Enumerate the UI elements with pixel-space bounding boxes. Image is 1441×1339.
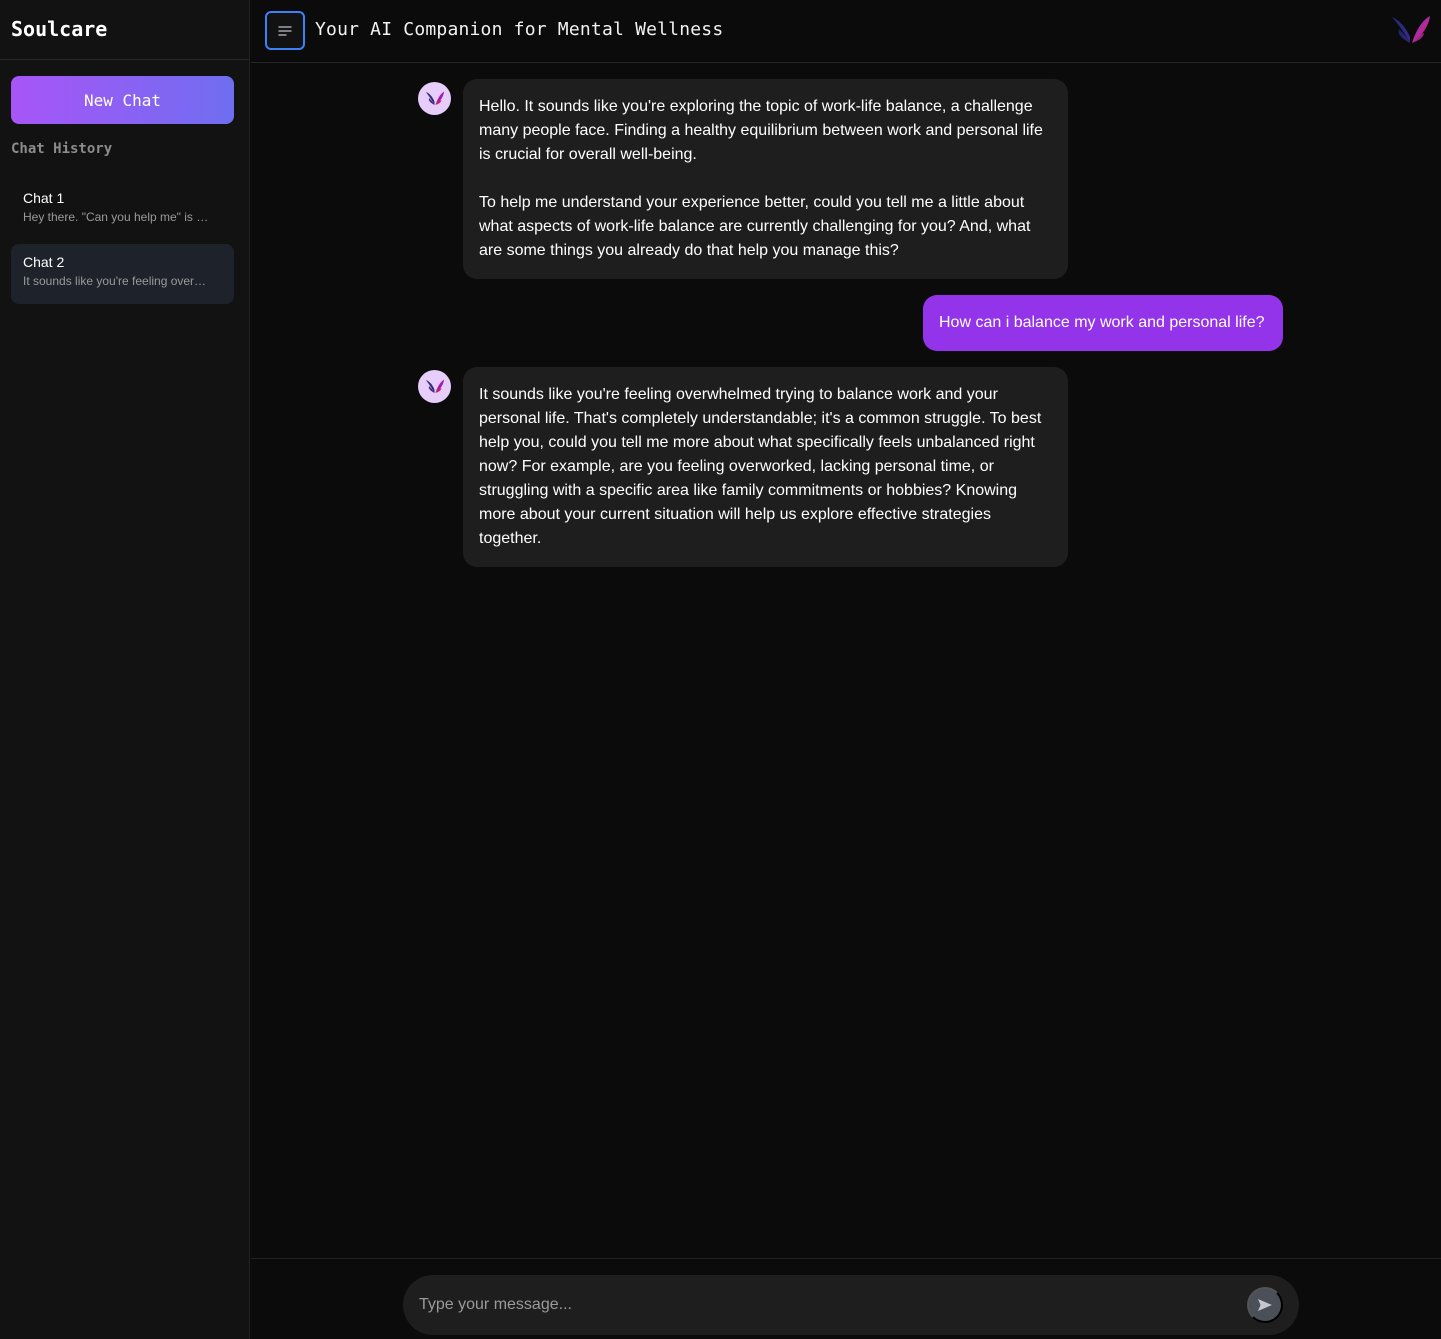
chat-history-item-2[interactable]: Chat 2 It sounds like you're feeling ove…: [11, 244, 234, 304]
menu-lines-icon: [278, 25, 292, 36]
assistant-message: It sounds like you're feeling overwhelme…: [463, 367, 1068, 567]
assistant-avatar: [418, 82, 451, 115]
brand-name: Soulcare: [0, 0, 249, 60]
assistant-message: Hello. It sounds like you're exploring t…: [463, 79, 1068, 279]
user-message: How can i balance my work and personal l…: [923, 295, 1283, 351]
send-arrow-icon: [1258, 1299, 1272, 1311]
butterfly-logo-icon: [1392, 16, 1430, 43]
butterfly-icon: [425, 379, 444, 393]
menu-toggle-button[interactable]: [265, 11, 305, 50]
chat-history-heading: Chat History: [11, 141, 113, 157]
top-header: Your AI Companion for Mental Wellness: [251, 0, 1441, 63]
chat-history-item-preview: Hey there. "Can you help me" is …: [23, 210, 209, 224]
chat-history-item-title: Chat 2: [23, 254, 65, 270]
message-input[interactable]: [419, 1275, 1239, 1335]
page-title: Your AI Companion for Mental Wellness: [315, 19, 724, 40]
message-paragraph: Hello. It sounds like you're exploring t…: [479, 98, 1043, 163]
new-chat-button[interactable]: New Chat: [11, 76, 234, 124]
composer-divider: [251, 1258, 1441, 1259]
assistant-avatar: [418, 370, 451, 403]
message-paragraph: It sounds like you're feeling overwhelme…: [479, 386, 1042, 547]
message-paragraph: To help me understand your experience be…: [479, 194, 1031, 259]
sidebar: Soulcare New Chat Chat History Chat 1 He…: [0, 0, 250, 1339]
chat-history-item-title: Chat 1: [23, 190, 65, 206]
send-button[interactable]: [1247, 1287, 1283, 1323]
chat-history-item-1[interactable]: Chat 1 Hey there. "Can you help me" is …: [11, 180, 234, 240]
butterfly-icon: [425, 91, 444, 105]
chat-history-item-preview: It sounds like you're feeling over…: [23, 274, 207, 288]
message-composer: [403, 1275, 1299, 1335]
